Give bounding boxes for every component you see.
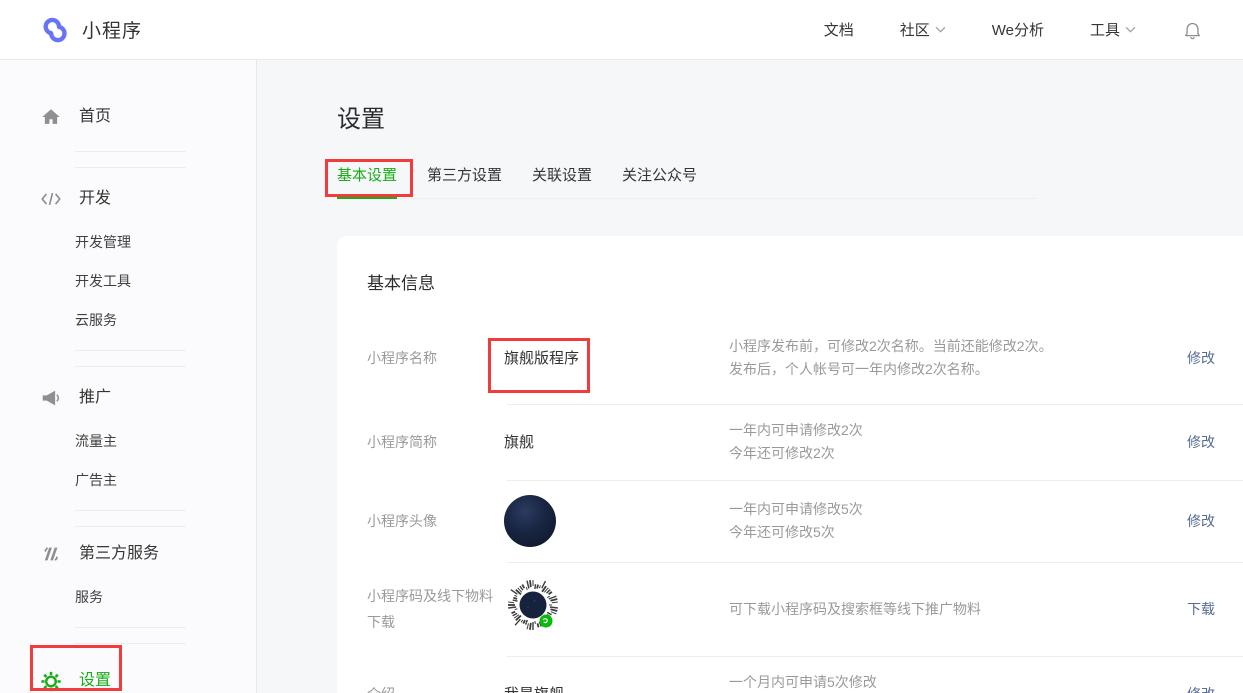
row-description: 一个月内可申请5次修改 本月还可修改5次: [729, 671, 1155, 693]
sidebar-item-label: 设置: [79, 668, 111, 693]
sidebar-item-advertiser[interactable]: 广告主: [0, 471, 256, 489]
description-line: 一个月内可申请5次修改: [729, 671, 1155, 693]
mini-program-short-name-value: 旗舰: [504, 432, 729, 453]
nav-label: 社区: [900, 19, 930, 40]
chevron-down-icon: [935, 26, 946, 33]
row-mini-program-name: 小程序名称 旗舰版程序 小程序发布前，可修改2次名称。当前还能修改2次。 发布后…: [367, 312, 1215, 404]
gear-icon: [40, 670, 62, 692]
tab-follow-official-account[interactable]: 关注公众号: [622, 164, 697, 198]
nav-label: We分析: [992, 19, 1044, 40]
sidebar-item-label: 开发: [79, 186, 111, 212]
nav-label: 文档: [824, 19, 854, 40]
code-icon: [40, 188, 62, 210]
nav-item-docs[interactable]: 文档: [824, 19, 854, 40]
main-content: 设置 基本设置 第三方设置 关联设置 关注公众号 基本信息 小程序名称 旗舰版程…: [257, 60, 1243, 693]
settings-tab-bar: 基本设置 第三方设置 关联设置 关注公众号: [337, 164, 1037, 199]
sidebar: 首页 开发 开发管理 开发工具 云服务 推广: [0, 60, 257, 693]
tab-basic-settings[interactable]: 基本设置: [337, 164, 397, 199]
basic-info-panel: 基本信息 小程序名称 旗舰版程序 小程序发布前，可修改2次名称。当前还能修改2次…: [337, 236, 1243, 693]
sidebar-item-cloud-service[interactable]: 云服务: [0, 311, 256, 329]
row-mini-program-code: 小程序码及线下物料下载 可下载小程序码及搜索框等线下推广物料: [367, 562, 1215, 656]
description-line: 发布后，个人帐号可一年内修改2次名称。: [729, 358, 1155, 381]
description-line: 今年还可修改2次: [729, 442, 1155, 465]
modify-name-link[interactable]: 修改: [1187, 350, 1215, 366]
notification-bell-icon[interactable]: [1182, 19, 1203, 41]
sidebar-item-label: 推广: [79, 385, 111, 411]
modify-short-name-link[interactable]: 修改: [1187, 434, 1215, 450]
sidebar-divider: [75, 510, 186, 527]
sidebar-item-traffic-monetization[interactable]: 流量主: [0, 432, 256, 450]
sidebar-item-label: 首页: [79, 104, 111, 130]
description-line: 一年内可申请修改5次: [729, 498, 1155, 521]
description-line: 小程序发布前，可修改2次名称。当前还能修改2次。: [729, 335, 1155, 358]
sidebar-item-home[interactable]: 首页: [0, 104, 256, 130]
info-rows: 小程序名称 旗舰版程序 小程序发布前，可修改2次名称。当前还能修改2次。 发布后…: [367, 312, 1215, 693]
row-introduction: 介绍 我是旗舰 一个月内可申请5次修改 本月还可修改5次 修改: [367, 656, 1215, 693]
description-line: 今年还可修改5次: [729, 521, 1155, 544]
sidebar-item-develop[interactable]: 开发: [0, 186, 256, 212]
sidebar-item-develop-manage[interactable]: 开发管理: [0, 233, 256, 251]
modify-avatar-link[interactable]: 修改: [1187, 513, 1215, 529]
sidebar-divider: [75, 627, 186, 644]
mini-program-name-value: 旗舰版程序: [504, 348, 729, 369]
mini-program-code-image: [504, 577, 562, 635]
page-title: 设置: [337, 104, 1243, 136]
tab-third-party-settings[interactable]: 第三方设置: [427, 164, 502, 198]
row-label: 介绍: [367, 681, 504, 693]
brand-title: 小程序: [82, 16, 142, 43]
sidebar-item-service[interactable]: 服务: [0, 588, 256, 606]
home-icon: [40, 106, 62, 128]
description-line: 可下载小程序码及搜索框等线下推广物料: [729, 598, 1155, 621]
row-description: 可下载小程序码及搜索框等线下推广物料: [729, 598, 1155, 621]
tab-association-settings[interactable]: 关联设置: [532, 164, 592, 198]
row-description: 一年内可申请修改2次 今年还可修改2次: [729, 419, 1155, 465]
modify-introduction-link[interactable]: 修改: [1187, 686, 1215, 693]
megaphone-icon: [40, 387, 62, 409]
nav-label: 工具: [1090, 19, 1120, 40]
nav-item-we-analytics[interactable]: We分析: [992, 19, 1044, 40]
row-label: 小程序码及线下物料下载: [367, 583, 504, 635]
nav-item-tools[interactable]: 工具: [1090, 19, 1136, 40]
sidebar-divider: [75, 151, 186, 168]
sidebar-item-third-party-service[interactable]: 第三方服务: [0, 541, 256, 567]
chevron-down-icon: [1125, 26, 1136, 33]
row-mini-program-avatar: 小程序头像 一年内可申请修改5次 今年还可修改5次 修改: [367, 480, 1215, 562]
sidebar-item-develop-tools[interactable]: 开发工具: [0, 272, 256, 290]
row-label: 小程序简称: [367, 429, 504, 455]
download-code-link[interactable]: 下载: [1187, 601, 1215, 617]
sidebar-item-settings[interactable]: 设置: [0, 668, 256, 693]
row-mini-program-short-name: 小程序简称 旗舰 一年内可申请修改2次 今年还可修改2次 修改: [367, 404, 1215, 480]
introduction-value: 我是旗舰: [504, 684, 729, 693]
sidebar-item-label: 第三方服务: [79, 541, 159, 567]
sidebar-divider: [75, 350, 186, 367]
nav-item-community[interactable]: 社区: [900, 19, 946, 40]
top-nav: 文档 社区 We分析 工具: [824, 19, 1203, 41]
description-line: 一年内可申请修改2次: [729, 419, 1155, 442]
sidebar-item-promotion[interactable]: 推广: [0, 385, 256, 411]
mini-program-avatar-image: [504, 495, 556, 547]
third-party-icon: [40, 543, 62, 565]
brand[interactable]: 小程序: [40, 15, 142, 45]
row-label: 小程序名称: [367, 345, 504, 371]
row-description: 一年内可申请修改5次 今年还可修改5次: [729, 498, 1155, 544]
top-header: 小程序 文档 社区 We分析 工具: [0, 0, 1243, 60]
row-description: 小程序发布前，可修改2次名称。当前还能修改2次。 发布后，个人帐号可一年内修改2…: [729, 335, 1155, 381]
mini-program-logo-icon: [40, 15, 70, 45]
panel-title: 基本信息: [367, 272, 1215, 296]
row-label: 小程序头像: [367, 508, 504, 534]
